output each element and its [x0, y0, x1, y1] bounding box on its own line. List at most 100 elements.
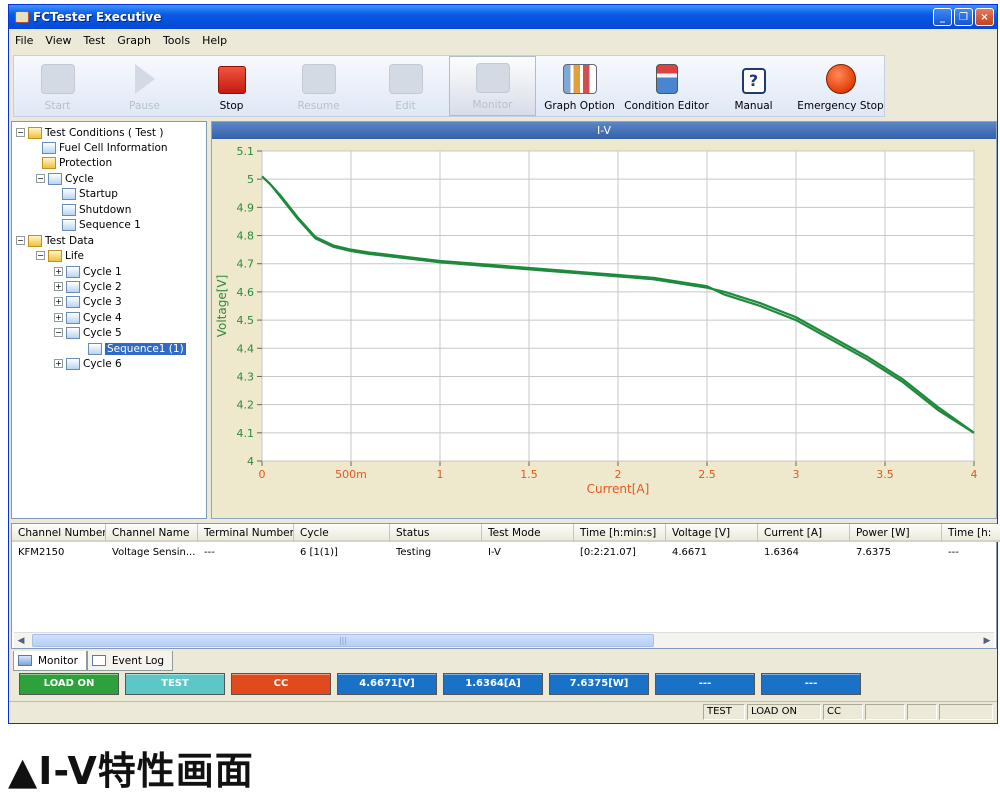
- iv-chart[interactable]: 0 500m 1 1.5 2 2.5 3 3.5 4 4 4.1 4.2 4.3 4.4 4.5 4.6 4.7…: [212, 139, 996, 519]
- column-header[interactable]: Channel Name: [106, 524, 198, 542]
- tree-node-cycle-1[interactable]: + Cycle 1: [54, 264, 122, 279]
- y-tick-label: 5.1: [237, 145, 255, 158]
- resume-button[interactable]: Resume: [275, 56, 362, 116]
- tree-node-sequence1-selected[interactable]: Sequence1 (1): [88, 341, 186, 356]
- tree-node-test-data[interactable]: − Test Data: [16, 233, 94, 248]
- menu-test[interactable]: Test: [84, 34, 106, 47]
- menu-help[interactable]: Help: [202, 34, 227, 47]
- tree-node-startup[interactable]: Startup: [62, 186, 118, 201]
- tree-label: Protection: [59, 156, 113, 169]
- table-cell: 4.6671: [672, 547, 707, 558]
- expand-icon[interactable]: +: [54, 282, 63, 291]
- menu-graph[interactable]: Graph: [117, 34, 151, 47]
- close-button[interactable]: ×: [975, 8, 994, 26]
- collapse-icon[interactable]: −: [16, 236, 25, 245]
- graph-option-button[interactable]: Graph Option: [536, 56, 623, 116]
- collapse-icon[interactable]: −: [16, 128, 25, 137]
- resume-label: Resume: [297, 100, 340, 112]
- tab-monitor[interactable]: Monitor: [13, 651, 87, 671]
- fuel-cell-icon: [42, 141, 56, 154]
- collapse-icon[interactable]: −: [36, 251, 45, 260]
- chart-title: I-V: [212, 122, 996, 139]
- tree-label: Cycle 4: [83, 311, 122, 324]
- tree-label: Cycle 3: [83, 295, 122, 308]
- expand-icon[interactable]: +: [54, 267, 63, 276]
- column-header[interactable]: Current [A]: [758, 524, 850, 542]
- scroll-thumb[interactable]: |||: [32, 634, 654, 647]
- scroll-left-icon[interactable]: ◀: [14, 634, 28, 648]
- horizontal-scrollbar[interactable]: ◀ ||| ▶: [14, 632, 994, 648]
- tree-node-cycle-5[interactable]: − Cycle 5: [54, 325, 122, 340]
- tree-node-fuel-cell[interactable]: Fuel Cell Information: [42, 140, 168, 155]
- monitor-icon: [475, 63, 510, 93]
- column-header[interactable]: Power [W]: [850, 524, 942, 542]
- play-icon: [134, 64, 155, 94]
- monitor-button[interactable]: Monitor: [449, 56, 537, 116]
- column-header[interactable]: Time [h:min:s]: [574, 524, 666, 542]
- monitor-label: Monitor: [472, 99, 513, 111]
- condition-editor-button[interactable]: Condition Editor: [623, 56, 710, 116]
- status-pane-empty: [907, 704, 937, 720]
- column-header[interactable]: Status: [390, 524, 482, 542]
- edit-label: Edit: [395, 100, 416, 112]
- monitor-icon: [18, 655, 32, 666]
- toolbar: Start Pause Stop Resume Edit Monitor Gra…: [13, 55, 885, 117]
- emergency-stop-label: Emergency Stop: [797, 100, 884, 112]
- minimize-button[interactable]: _: [933, 8, 952, 26]
- status-pane-empty: [939, 704, 993, 720]
- status-pane-empty: [865, 704, 905, 720]
- collapse-icon[interactable]: −: [36, 174, 45, 183]
- y-tick-label: 4: [247, 455, 254, 468]
- menu-file[interactable]: File: [15, 34, 33, 47]
- expand-icon[interactable]: +: [54, 297, 63, 306]
- tree-node-shutdown[interactable]: Shutdown: [62, 202, 131, 217]
- x-tick-label: 3.5: [876, 468, 894, 481]
- table-cell: ---: [204, 547, 215, 558]
- tree-node-cycle-4[interactable]: + Cycle 4: [54, 310, 122, 325]
- column-header[interactable]: Time [h:: [942, 524, 1000, 542]
- document-icon: [388, 64, 423, 94]
- manual-label: Manual: [734, 100, 773, 112]
- tree-node-cycle-6[interactable]: + Cycle 6: [54, 356, 122, 371]
- tree-node-sequence[interactable]: Sequence 1: [62, 217, 141, 232]
- column-header[interactable]: Channel Number: [12, 524, 106, 542]
- edit-button[interactable]: Edit: [362, 56, 449, 116]
- table-cell: [0:2:21.07]: [580, 547, 636, 558]
- y-tick-label: 4.6: [237, 286, 255, 299]
- column-header[interactable]: Terminal Number: [198, 524, 294, 542]
- column-header[interactable]: Test Mode: [482, 524, 574, 542]
- column-header[interactable]: Voltage [V]: [666, 524, 758, 542]
- tree-node-life[interactable]: − Life: [36, 248, 84, 263]
- manual-button[interactable]: ? Manual: [710, 56, 797, 116]
- column-header[interactable]: Cycle: [294, 524, 390, 542]
- start-button[interactable]: Start: [14, 56, 101, 116]
- status-indicator: ---: [761, 673, 861, 695]
- status-pane-load: LOAD ON: [747, 704, 821, 720]
- menu-view[interactable]: View: [45, 34, 71, 47]
- tree-node-cycle-2[interactable]: + Cycle 2: [54, 279, 122, 294]
- emergency-stop-button[interactable]: Emergency Stop: [797, 56, 884, 116]
- menu-tools[interactable]: Tools: [163, 34, 190, 47]
- restore-button[interactable]: ❐: [954, 8, 973, 26]
- table-cell: I-V: [488, 547, 501, 558]
- status-indicator: CC: [231, 673, 331, 695]
- stop-button[interactable]: Stop: [188, 56, 275, 116]
- battery-icon: [655, 64, 678, 94]
- expand-icon[interactable]: +: [54, 313, 63, 322]
- tree-label: Cycle: [65, 172, 94, 185]
- y-tick-label: 5: [247, 173, 254, 186]
- expand-icon[interactable]: +: [54, 359, 63, 368]
- tree-node-cycle-3[interactable]: + Cycle 3: [54, 294, 122, 309]
- bottom-tabs: Monitor Event Log: [13, 651, 174, 671]
- tree-label: Test Data: [45, 234, 95, 247]
- tree-node-test-conditions[interactable]: − Test Conditions ( Test ): [16, 125, 163, 140]
- pause-button[interactable]: Pause: [101, 56, 188, 116]
- table-cell: KFM2150: [18, 547, 65, 558]
- scroll-right-icon[interactable]: ▶: [980, 634, 994, 648]
- tab-event-log[interactable]: Event Log: [86, 651, 174, 671]
- table-cell: 1.6364: [764, 547, 799, 558]
- collapse-icon[interactable]: −: [54, 328, 63, 337]
- tree-node-cycle[interactable]: − Cycle: [36, 171, 94, 186]
- table-cell: Testing: [396, 547, 432, 558]
- tree-node-protection[interactable]: Protection: [42, 155, 112, 170]
